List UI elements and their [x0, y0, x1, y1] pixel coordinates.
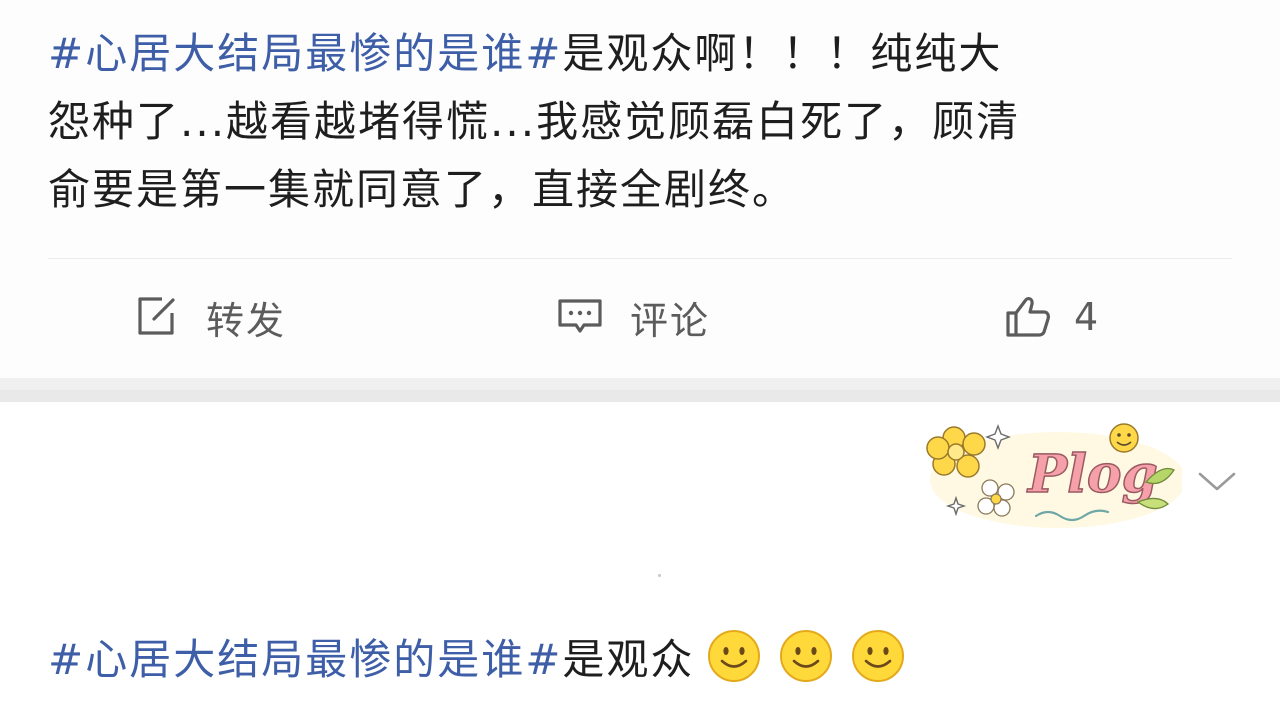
post-1-text-line-2: 怨种了...越看越堵得慌...我感觉顾磊白死了，顾清 — [48, 97, 1021, 146]
thumbs-up-icon — [1006, 297, 1050, 337]
comment-label: 评论 — [630, 298, 711, 343]
divider — [48, 258, 1232, 259]
post-1-text: #心居大结局最惨的是谁#是观众啊！！！纯纯大 怨种了...越看越堵得慌...我感… — [48, 20, 1228, 224]
svg-text:Plog: Plog — [1026, 444, 1158, 505]
like-button[interactable]: 4 — [1004, 292, 1100, 342]
placeholder-dot — [658, 574, 661, 577]
comment-button[interactable]: 评论 — [556, 292, 711, 343]
hashtag-link-2[interactable]: #心居大结局最惨的是谁# — [48, 626, 562, 687]
post-2-text-line: 是观众 — [562, 634, 695, 684]
smiley-emoji-icon — [852, 630, 905, 682]
post-1-action-bar: 转发 评论 4 — [0, 282, 1280, 354]
post-1-text-line-1: 是观众啊！！！纯纯大 — [562, 29, 1003, 78]
chevron-down-icon[interactable] — [1196, 468, 1238, 494]
smiley-emoji-icon — [708, 630, 761, 682]
post-1-text-line-3: 俞要是第一集就同意了，直接全剧终。 — [48, 165, 797, 214]
hashtag-link[interactable]: #心居大结局最惨的是谁# — [48, 29, 562, 78]
post-2-text: #心居大结局最惨的是谁# 是观众 — [48, 624, 906, 688]
plog-sticker: Plog — [926, 423, 1182, 528]
weibo-post-2: Plog #心居大结局最惨的是谁# 是观众 — [0, 402, 1280, 712]
share-edit-icon — [138, 297, 175, 335]
smiley-emoji-icon — [780, 630, 833, 682]
post-1-line-1: #心居大结局最惨的是谁#是观众啊！！！纯纯大 — [48, 20, 1228, 88]
repost-label: 转发 — [206, 298, 287, 343]
comment-bubble-icon — [558, 299, 602, 333]
like-count: 4 — [1074, 295, 1101, 339]
repost-button[interactable]: 转发 — [132, 292, 287, 343]
post-separator — [0, 378, 1280, 402]
weibo-post-1: #心居大结局最惨的是谁#是观众啊！！！纯纯大 怨种了...越看越堵得慌...我感… — [0, 0, 1280, 378]
